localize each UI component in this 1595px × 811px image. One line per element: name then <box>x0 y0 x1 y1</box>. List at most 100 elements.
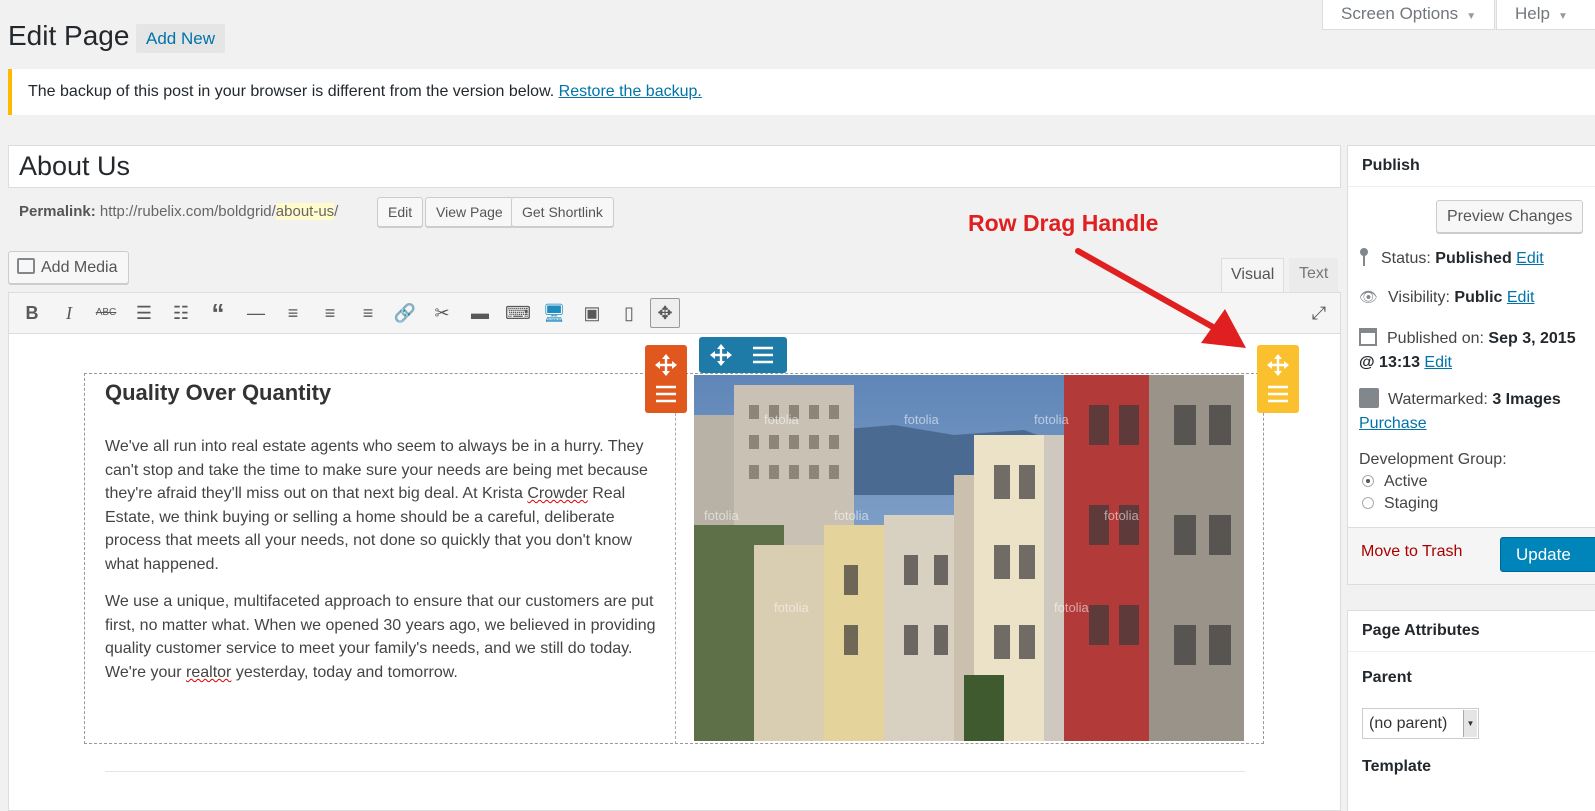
annotation-label: Row Drag Handle <box>968 210 1159 236</box>
p2-text-b: realtor <box>186 663 232 681</box>
tablet-preview-icon[interactable]: ▣ <box>580 301 604 325</box>
watermark-text: fotolia <box>904 412 939 427</box>
publish-title: Publish <box>1348 146 1595 187</box>
visibility-label: Visibility: <box>1388 289 1450 306</box>
calendar-icon <box>1359 328 1377 346</box>
align-center-icon[interactable]: ≡ <box>318 301 342 325</box>
drag-mode-icon[interactable]: ✥ <box>650 298 680 328</box>
watermarked-row: Watermarked: 3 Images Purchase <box>1359 388 1595 436</box>
watermark-text: fotolia <box>704 508 739 523</box>
content-paragraph-1: We've all run into real estate agents wh… <box>105 435 660 577</box>
permalink-edit-button[interactable]: Edit <box>377 197 424 227</box>
houses-photo-graphic <box>694 375 1244 741</box>
radio-active[interactable]: Active <box>1362 473 1428 491</box>
status-value: Published <box>1435 250 1512 267</box>
template-label: Template <box>1362 758 1432 775</box>
media-icon <box>17 258 35 274</box>
move-to-trash-link[interactable]: Move to Trash <box>1361 543 1462 561</box>
move-icon <box>1267 354 1289 403</box>
visibility-value: Public <box>1454 289 1503 306</box>
parent-label: Parent <box>1362 669 1412 686</box>
houses-photo[interactable]: fotolia fotolia fotolia fotolia fotolia … <box>694 375 1244 741</box>
screen-options-label: Screen Options <box>1341 4 1459 23</box>
view-page-button[interactable]: View Page <box>425 197 514 227</box>
help-tab[interactable]: Help ▼ <box>1496 0 1595 30</box>
align-right-icon[interactable]: ≡ <box>356 301 380 325</box>
watermark-text: fotolia <box>834 508 869 523</box>
select-arrow-icon: ▼ <box>1463 710 1477 737</box>
help-label: Help <box>1515 4 1550 23</box>
annotation-arrow <box>1075 248 1246 348</box>
fullscreen-icon[interactable]: ⤢ <box>1307 301 1331 325</box>
numbered-list-icon[interactable]: ☷ <box>169 301 193 325</box>
bullet-list-icon[interactable]: ☰ <box>132 301 156 325</box>
page-attributes-title: Page Attributes <box>1348 611 1595 652</box>
radio-staging[interactable]: Staging <box>1362 495 1438 513</box>
restore-backup-link[interactable]: Restore the backup. <box>559 83 702 100</box>
unlink-icon[interactable]: ✂ <box>430 301 454 325</box>
move-icon <box>655 354 677 403</box>
bold-icon[interactable]: B <box>20 301 44 325</box>
strikethrough-icon[interactable]: ABC <box>94 301 118 325</box>
italic-icon[interactable]: I <box>57 301 81 325</box>
purchase-link[interactable]: Purchase <box>1359 415 1427 432</box>
eye-icon: 👁 <box>1359 289 1379 306</box>
insert-link-icon[interactable]: 🔗 <box>393 301 417 325</box>
move-and-menu-icon <box>710 344 773 366</box>
column-divider <box>675 373 676 744</box>
published-time: @ 13:13 <box>1359 354 1420 371</box>
dev-group-label: Development Group: <box>1359 451 1507 468</box>
desktop-preview-icon[interactable]: 🖥 <box>542 301 566 325</box>
screen-options-tab[interactable]: Screen Options ▼ <box>1322 0 1496 30</box>
notice-text: The backup of this post in your browser … <box>28 83 555 100</box>
phone-preview-icon[interactable]: ▯ <box>617 301 641 325</box>
content-heading: Quality Over Quantity <box>105 380 332 405</box>
get-shortlink-button[interactable]: Get Shortlink <box>511 197 614 227</box>
pin-icon <box>1359 247 1369 267</box>
watermark-text: fotolia <box>774 600 809 615</box>
column-drag-handle[interactable] <box>645 345 687 413</box>
tab-text[interactable]: Text <box>1289 258 1339 292</box>
row-drag-handle[interactable] <box>1257 345 1299 413</box>
align-left-icon[interactable]: ≡ <box>281 301 305 325</box>
toolbar-toggle-icon[interactable]: ⌨ <box>505 301 531 325</box>
permalink-tail: / <box>334 203 339 220</box>
parent-select[interactable]: (no parent) ▼ <box>1362 708 1479 739</box>
content-divider <box>105 771 1245 772</box>
permalink-slug[interactable]: about-us <box>275 203 335 220</box>
column-toolbar-handle[interactable] <box>699 337 787 373</box>
watermark-text: fotolia <box>1054 600 1089 615</box>
published-label: Published on: <box>1387 330 1484 347</box>
status-row: Status: Published Edit <box>1359 247 1544 268</box>
caret-down-icon: ▼ <box>1557 11 1568 22</box>
watermarked-label: Watermarked: <box>1388 391 1488 408</box>
radio-staging-button[interactable] <box>1362 497 1374 509</box>
read-more-icon[interactable]: ▬ <box>468 301 492 325</box>
backup-notice: The backup of this post in your browser … <box>8 69 1595 115</box>
update-button[interactable]: Update <box>1500 537 1595 572</box>
published-row: Published on: Sep 3, 2015 @ 13:13 Edit <box>1359 327 1595 375</box>
radio-active-button[interactable] <box>1362 475 1374 487</box>
visibility-edit-link[interactable]: Edit <box>1507 289 1535 306</box>
published-edit-link[interactable]: Edit <box>1424 354 1452 371</box>
p1-text-b: Crowder <box>527 485 588 503</box>
watermark-text: fotolia <box>1104 508 1139 523</box>
add-media-label: Add Media <box>41 259 118 276</box>
status-label: Status: <box>1381 250 1431 267</box>
blockquote-icon[interactable]: “ <box>206 300 230 326</box>
horizontal-line-icon[interactable]: — <box>244 301 268 325</box>
preview-changes-button[interactable]: Preview Changes <box>1436 200 1584 233</box>
permalink: Permalink: http://rubelix.com/boldgrid/a… <box>19 200 338 224</box>
p2-text-c: yesterday, today and tomorrow. <box>231 663 458 681</box>
status-edit-link[interactable]: Edit <box>1516 250 1544 267</box>
add-media-button[interactable]: Add Media <box>8 251 129 284</box>
permalink-base: http://rubelix.com/boldgrid/ <box>99 203 276 220</box>
page-title: Edit Page <box>8 20 130 51</box>
add-new-button[interactable]: Add New <box>136 24 225 53</box>
image-icon <box>1359 388 1379 408</box>
post-title-input[interactable]: About Us <box>8 145 1341 188</box>
radio-active-label: Active <box>1384 473 1428 490</box>
content-paragraph-2: We use a unique, multifaceted approach t… <box>105 590 660 684</box>
watermarked-value: 3 Images <box>1492 391 1561 408</box>
visibility-row: 👁 Visibility: Public Edit <box>1359 288 1534 307</box>
